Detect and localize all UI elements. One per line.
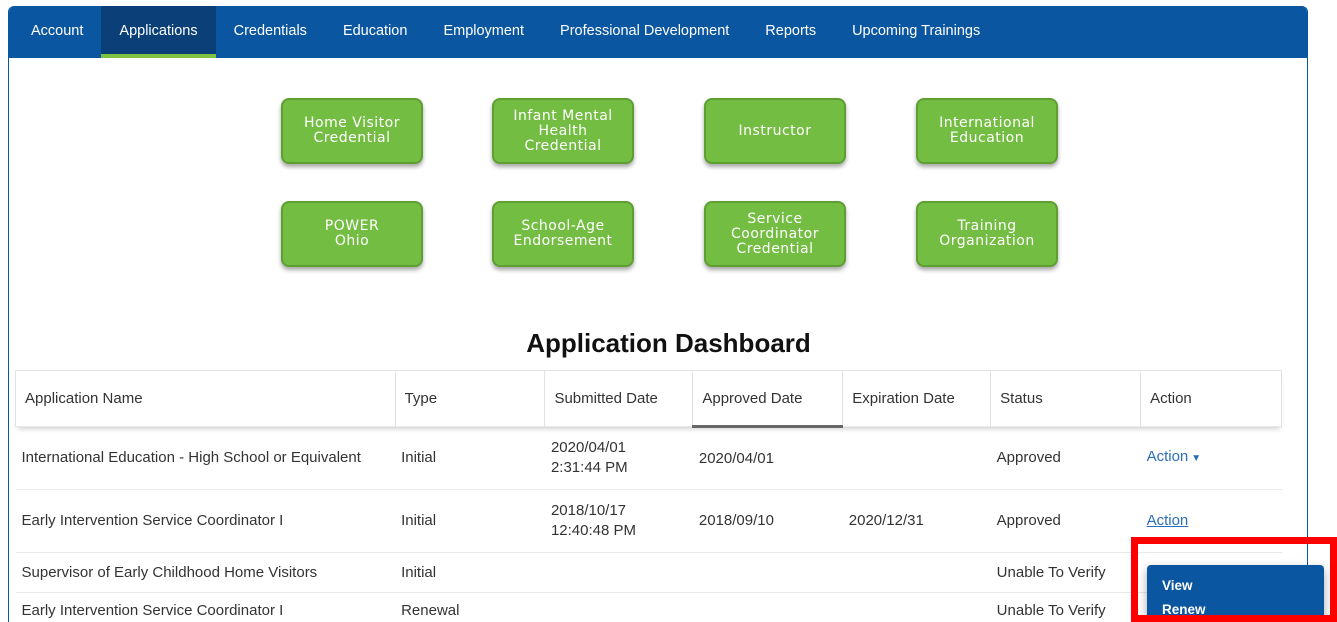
action-link-label: Action	[1146, 512, 1189, 529]
cell-submitted-date: 2018/10/17 12:40:48 PM	[544, 489, 693, 553]
column-header-application-name[interactable]: Application Name	[15, 370, 396, 427]
submitted-date: 2020/04/01	[550, 439, 627, 456]
button-label: International Education	[939, 115, 1035, 146]
button-label: Home Visitor Credential	[304, 115, 400, 146]
button-label: POWER Ohio	[324, 218, 380, 249]
power-ohio-button[interactable]: POWER Ohio	[281, 201, 423, 267]
cell-submitted-date	[544, 592, 693, 622]
button-label: Training Organization	[939, 218, 1035, 249]
school-age-endorsement-button[interactable]: School-Age Endorsement	[492, 201, 634, 267]
cell-type: Initial	[395, 552, 545, 593]
page-title: Application Dashboard	[526, 328, 811, 358]
action-dropdown-toggle[interactable]: Action	[1147, 512, 1189, 529]
button-label: Instructor	[738, 122, 812, 139]
cell-application-name: Supervisor of Early Childhood Home Visit…	[15, 552, 396, 593]
submitted-time: 2:31:44 PM	[550, 459, 628, 476]
nav-item-applications[interactable]: Applications	[101, 6, 216, 58]
submitted-time: 12:40:48 PM	[550, 522, 637, 539]
cell-application-name: Early Intervention Service Coordinator I	[15, 489, 396, 553]
cell-status: Unable To Verify	[990, 552, 1141, 593]
instructor-button[interactable]: Instructor	[704, 98, 846, 164]
nav-item-employment[interactable]: Employment	[425, 6, 542, 56]
cell-status: Approved	[990, 489, 1141, 553]
application-table: Application Name Type Submitted Date App…	[15, 370, 1282, 622]
cell-application-name: International Education - High School or…	[15, 426, 396, 490]
cell-expiration-date: 2020/12/31	[842, 489, 991, 553]
cell-status: Unable To Verify	[990, 592, 1141, 622]
training-organization-button[interactable]: Training Organization	[916, 201, 1058, 267]
cell-type: Initial	[395, 489, 545, 553]
table-row: Supervisor of Early Childhood Home Visit…	[15, 552, 1282, 593]
infant-mental-health-credential-button[interactable]: Infant Mental Health Credential	[492, 98, 634, 164]
column-header-action: Action	[1140, 370, 1282, 427]
cell-expiration-date	[842, 552, 991, 593]
cell-action: Action ▼	[1140, 426, 1282, 490]
cell-status: Approved	[990, 426, 1141, 490]
table-row: Early Intervention Service Coordinator I…	[15, 489, 1282, 553]
nav-item-education[interactable]: Education	[325, 6, 426, 56]
highlight-annotation-box	[1131, 537, 1337, 622]
nav-item-credentials[interactable]: Credentials	[216, 6, 325, 56]
cell-type: Initial	[395, 426, 545, 490]
table-row: International Education - High School or…	[15, 426, 1282, 490]
cell-expiration-date	[842, 426, 991, 490]
caret-down-icon: ▼	[1191, 453, 1202, 464]
nav-item-account[interactable]: Account	[13, 6, 101, 56]
cell-expiration-date	[842, 592, 991, 622]
column-header-type[interactable]: Type	[395, 370, 546, 427]
column-header-expiration-date[interactable]: Expiration Date	[842, 370, 992, 427]
cell-submitted-date: 2020/04/01 2:31:44 PM	[544, 426, 693, 490]
top-nav: Account Applications Credentials Educati…	[9, 6, 1307, 58]
international-education-button[interactable]: International Education	[916, 98, 1058, 164]
column-header-submitted-date[interactable]: Submitted Date	[544, 370, 694, 427]
table-header-row: Application Name Type Submitted Date App…	[15, 370, 1282, 428]
cell-approved-date: 2018/09/10	[692, 489, 843, 553]
home-visitor-credential-button[interactable]: Home Visitor Credential	[281, 98, 423, 164]
cell-approved-date: 2020/04/01	[692, 426, 843, 490]
submitted-date: 2018/10/17	[550, 502, 627, 519]
cell-type: Renewal	[395, 592, 545, 622]
column-header-approved-date[interactable]: Approved Date	[692, 370, 844, 428]
button-label: Infant Mental Health Credential	[513, 107, 613, 154]
cell-approved-date	[692, 552, 843, 593]
cell-application-name: Early Intervention Service Coordinator I	[15, 592, 396, 622]
nav-item-professional-development[interactable]: Professional Development	[542, 6, 747, 56]
nav-item-reports[interactable]: Reports	[747, 6, 834, 56]
table-row: Early Intervention Service Coordinator I…	[15, 592, 1282, 622]
cell-submitted-date	[544, 552, 693, 593]
action-dropdown-toggle[interactable]: Action ▼	[1147, 448, 1202, 465]
action-link-label: Action	[1146, 448, 1189, 465]
column-header-status[interactable]: Status	[990, 370, 1142, 427]
button-label: School-Age Endorsement	[513, 218, 613, 249]
button-label: Service Coordinator Credential	[731, 210, 819, 257]
nav-item-upcoming-trainings[interactable]: Upcoming Trainings	[834, 6, 998, 56]
cell-approved-date	[692, 592, 843, 622]
service-coordinator-credential-button[interactable]: Service Coordinator Credential	[704, 201, 846, 267]
